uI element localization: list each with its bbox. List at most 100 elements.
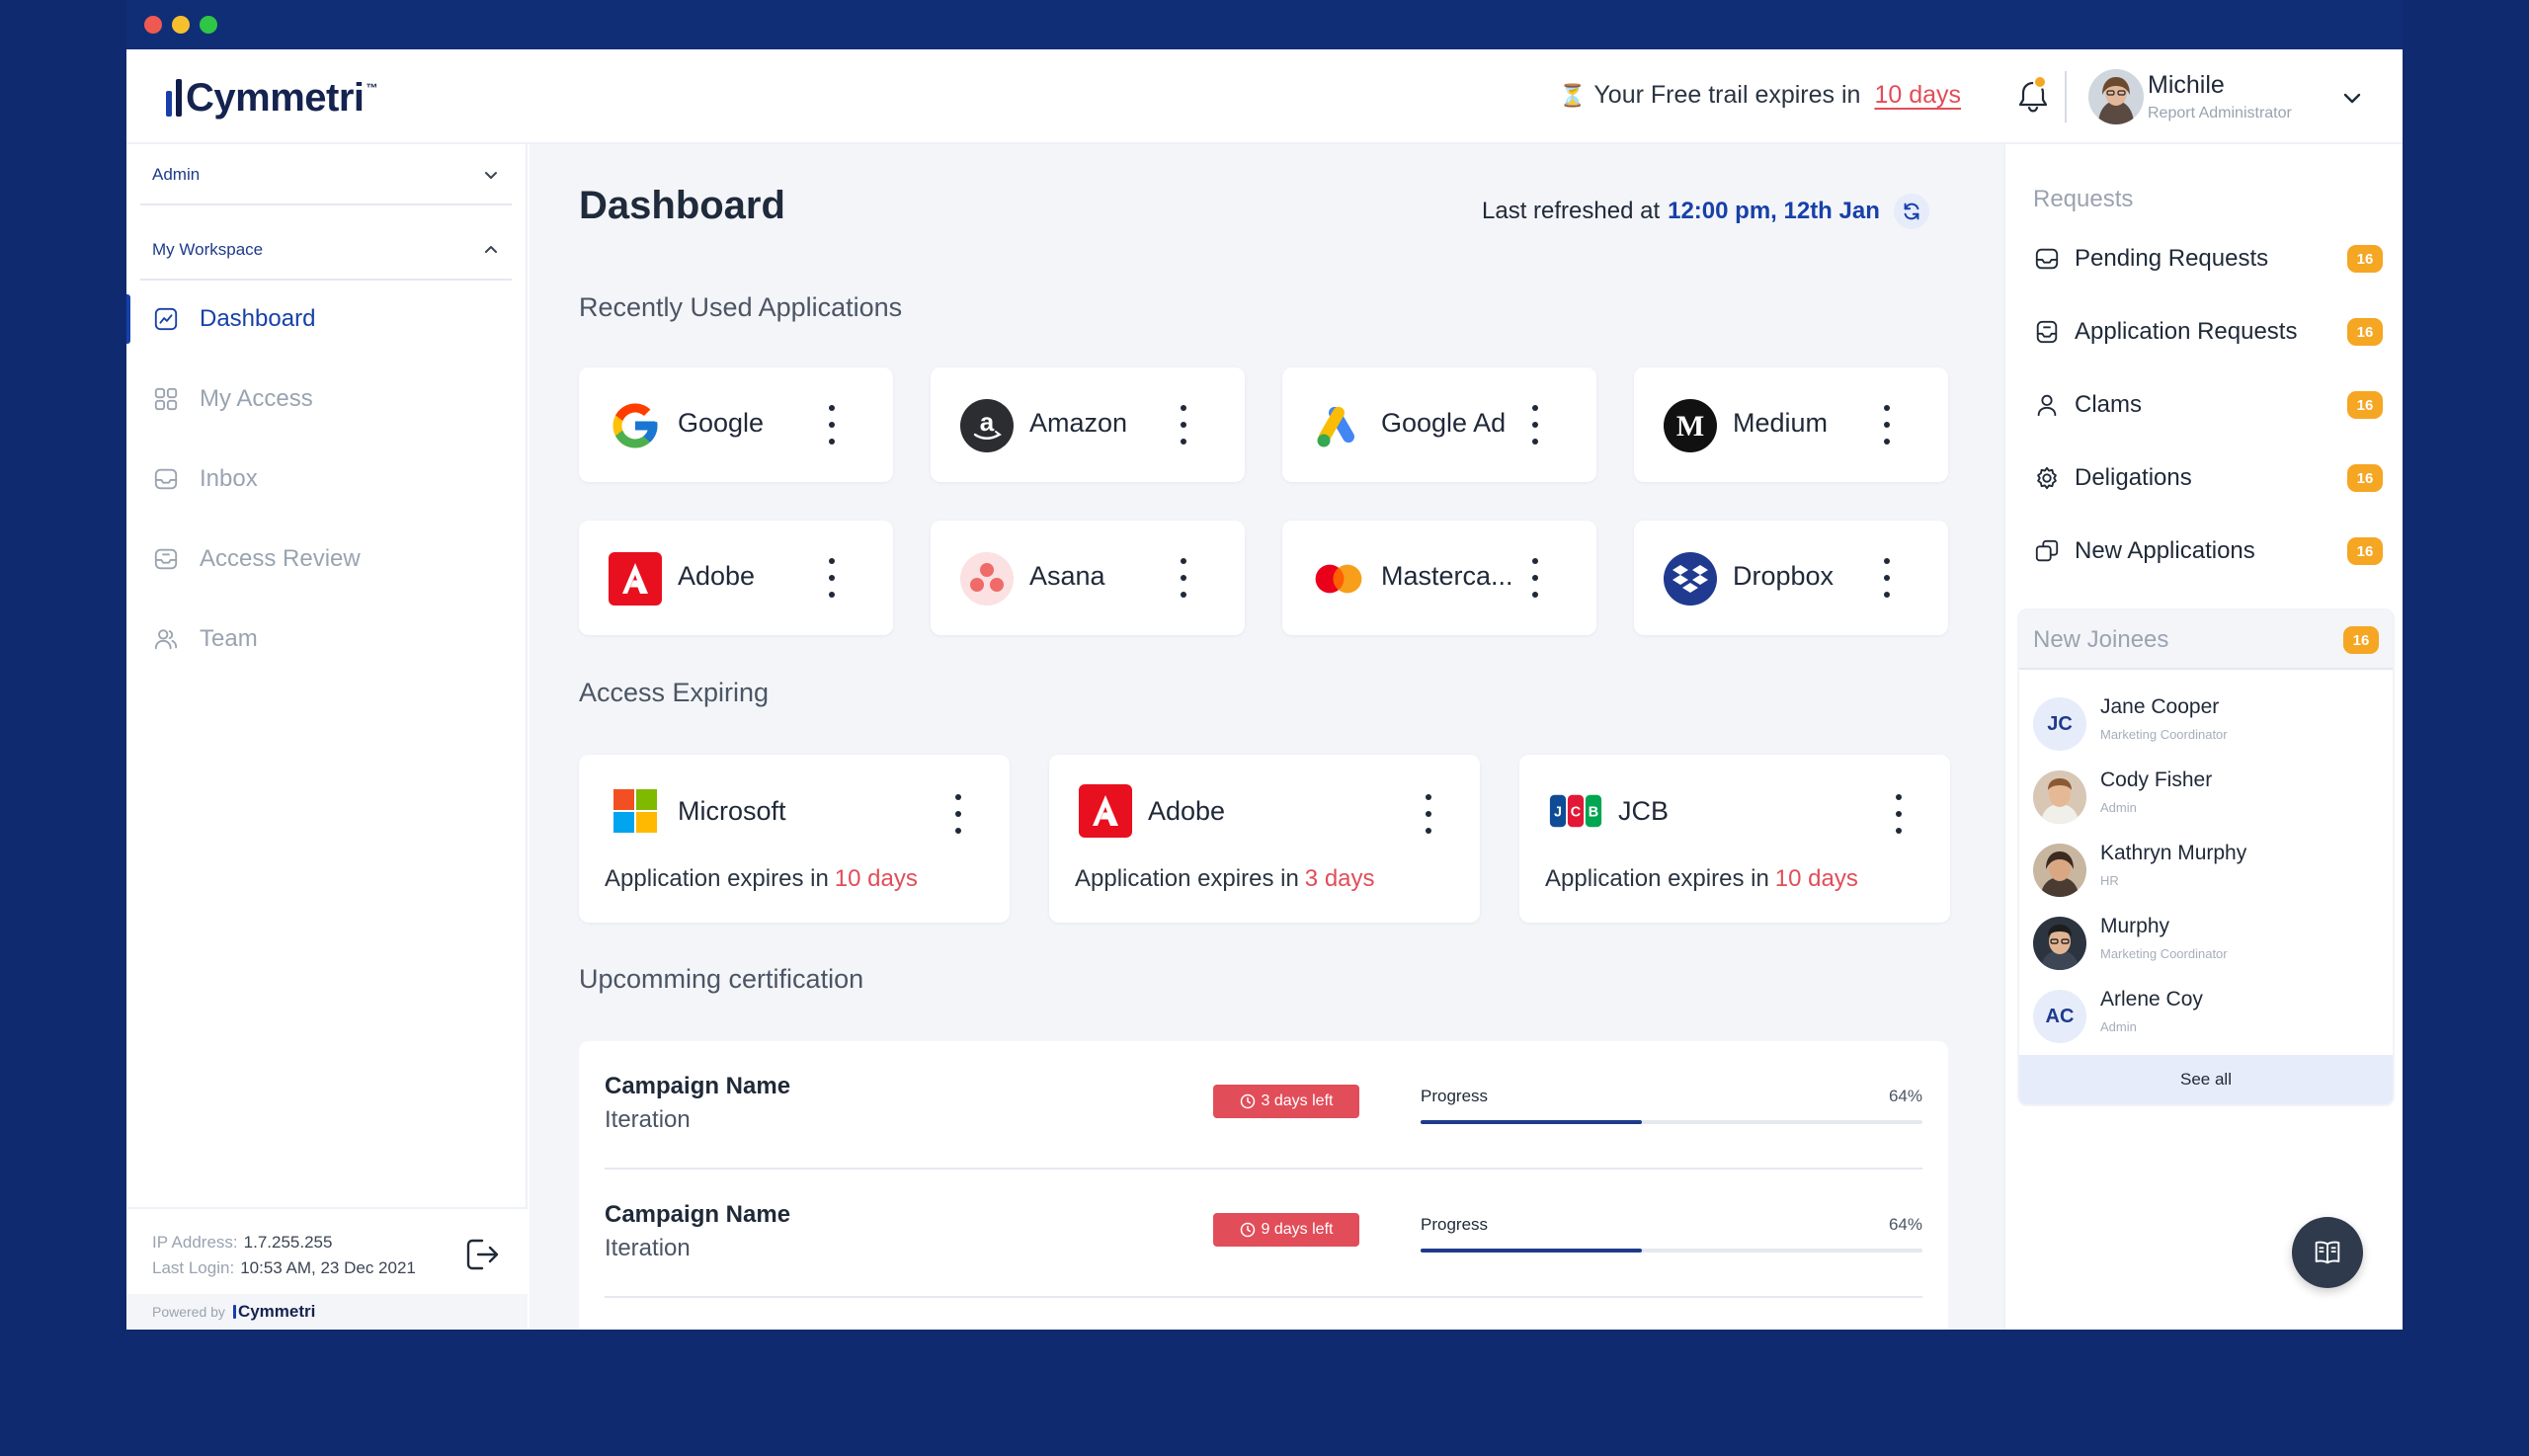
request-pending[interactable]: Pending Requests 16 [2033,237,2383,281]
minimize-window-button[interactable] [172,16,190,34]
expiry-text: Application expires in 10 days [1545,865,1858,893]
svg-text:C: C [1571,804,1581,820]
trial-text: Your Free trail expires in [1593,81,1861,109]
request-application[interactable]: Application Requests 16 [2033,310,2383,354]
more-options-icon[interactable] [1421,794,1436,834]
refresh-icon [1904,202,1919,220]
access-expiring-title: Access Expiring [579,678,770,707]
application-icon [2033,318,2061,346]
avatar: AC [2033,990,2086,1043]
user-avatar[interactable] [2088,69,2144,124]
sidebar-item-inbox[interactable]: Inbox [126,445,528,514]
app-card-medium[interactable]: M Medium [1634,367,1948,482]
chevron-down-icon[interactable] [2339,85,2365,111]
request-label: Application Requests [2075,318,2298,345]
notification-dot [2033,75,2047,89]
expiring-card-adobe[interactable]: Adobe Application expires in 3 days [1049,755,1480,923]
app-card-asana[interactable]: Asana [931,521,1245,635]
expiring-card-jcb[interactable]: JCB JCB Application expires in 10 days [1519,755,1950,923]
more-options-icon[interactable] [824,558,840,598]
sidebar-item-dashboard[interactable]: Dashboard [126,284,528,354]
app-card-mastercard[interactable]: Masterca... [1282,521,1596,635]
more-options-icon[interactable] [1879,405,1895,445]
request-new-applications[interactable]: New Applications 16 [2033,529,2383,573]
page-title: Dashboard [579,184,785,227]
certification-row[interactable]: Campaign Name Iteration 3 days left Prog… [605,1041,1922,1170]
sidebar-item-label: Access Review [200,545,361,572]
request-label: Deligations [2075,464,2192,491]
progress-percent: 64% [1888,1087,1922,1105]
logo-mark-icon [166,79,182,117]
app-card-google-ad[interactable]: Google Ad [1282,367,1596,482]
expiring-card-microsoft[interactable]: Microsoft Application expires in 10 days [579,755,1010,923]
joinee-item[interactable]: Kathryn Murphy HR [2033,840,2379,903]
see-all-button[interactable]: See all [2019,1055,2393,1104]
more-options-icon[interactable] [824,405,840,445]
app-name: Adobe [678,561,756,591]
person-icon [2033,391,2061,419]
sidebar-item-access-review[interactable]: Access Review [126,525,528,594]
sidebar-item-team[interactable]: Team [126,605,528,674]
app-name: Adobe [1148,796,1226,826]
count-badge: 16 [2347,537,2383,565]
header-divider [2065,71,2067,122]
count-badge: 16 [2347,464,2383,492]
more-options-icon[interactable] [1527,558,1543,598]
campaign-name: Campaign Name [605,1073,791,1099]
joinee-item[interactable]: Cody Fisher Admin [2033,767,2379,830]
workspace-section-toggle[interactable]: My Workspace [140,221,512,281]
sidebar-item-my-access[interactable]: My Access [126,364,528,434]
progress-track [1421,1249,1922,1253]
app-card-dropbox[interactable]: Dropbox [1634,521,1948,635]
ip-address: IP Address: 1.7.255.255 [152,1233,332,1253]
refresh-button[interactable] [1893,194,1929,229]
certification-row[interactable]: Campaign Name Iteration 9 days left Prog… [605,1170,1922,1298]
team-icon [152,625,180,653]
amazon-icon: a [960,399,1014,452]
svg-text:M: M [1676,410,1704,443]
review-icon [152,545,180,573]
ip-label: IP Address: [152,1233,238,1252]
pending-icon [2033,245,2061,273]
request-clams[interactable]: Clams 16 [2033,383,2383,427]
more-options-icon[interactable] [1176,405,1191,445]
request-deligations[interactable]: Deligations 16 [2033,456,2383,500]
more-options-icon[interactable] [1176,558,1191,598]
maximize-window-button[interactable] [200,16,217,34]
new-joinees-card: New Joinees 16 JC Jane Cooper Marketing … [2019,610,2393,1104]
cymmetri-logo[interactable]: Cymmetri ™ [166,73,378,122]
progress-label: Progress [1421,1087,1489,1105]
app-card-adobe[interactable]: Adobe [579,521,893,635]
count-badge: 16 [2347,318,2383,346]
trial-notice: ⏳ Your Free trail expires in 10 days [1559,81,1961,110]
help-guide-button[interactable] [2292,1217,2363,1288]
app-card-google[interactable]: Google [579,367,893,482]
title-bar [126,0,2403,49]
app-name: Amazon [1029,408,1128,438]
joinee-item[interactable]: JC Jane Cooper Marketing Coordinator [2033,693,2379,757]
more-options-icon[interactable] [1879,558,1895,598]
app-name: Microsoft [678,796,786,826]
joinee-item[interactable]: AC Arlene Coy Admin [2033,986,2379,1049]
avatar [2033,917,2086,970]
admin-section-toggle[interactable]: Admin [140,146,512,205]
joinee-item[interactable]: Murphy Marketing Coordinator [2033,913,2379,976]
app-card-amazon[interactable]: a Amazon [931,367,1245,482]
trial-days-link[interactable]: 10 days [1874,81,1961,110]
user-role: Report Administrator [2148,105,2292,121]
logout-icon[interactable] [458,1233,502,1276]
workspace-label: My Workspace [152,240,264,259]
expiry-label: Application expires in [1545,865,1769,892]
close-window-button[interactable] [144,16,162,34]
app-name: Medium [1733,408,1829,438]
more-options-icon[interactable] [1527,405,1543,445]
inbox-icon [152,465,180,493]
campaign-iteration: Iteration [605,1235,691,1261]
days-left-text: 9 days left [1261,1221,1334,1238]
more-options-icon[interactable] [1891,794,1907,834]
more-options-icon[interactable] [950,794,966,834]
count-badge: 16 [2347,245,2383,273]
sidebar-item-label: Inbox [200,465,258,492]
chevron-up-icon [485,246,497,253]
user-name: Michile [2148,71,2225,99]
